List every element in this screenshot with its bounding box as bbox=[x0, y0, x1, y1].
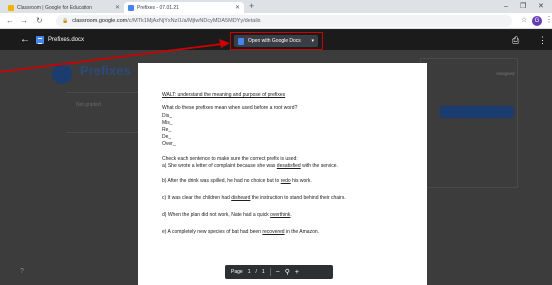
close-tab-icon[interactable]: ✕ bbox=[115, 4, 120, 11]
question-text: What do these prefixes mean when used be… bbox=[162, 105, 298, 111]
assignment-title: Prefixes bbox=[80, 63, 131, 78]
tab-label: Classroom | Google for Education bbox=[17, 4, 92, 11]
status-label: Assigned bbox=[496, 71, 515, 76]
more-options-icon[interactable]: ⋮ bbox=[538, 35, 547, 45]
prefix-item: Re_ bbox=[162, 127, 172, 133]
page-label: Page bbox=[231, 269, 243, 275]
total-pages: 1 bbox=[261, 269, 265, 275]
tab-prefixes[interactable]: Prefixes - 07.01.21 ✕ bbox=[124, 2, 244, 13]
sentence-prefix-word: overthink bbox=[270, 212, 291, 218]
close-tab-icon[interactable]: ✕ bbox=[235, 4, 240, 11]
zoom-icon[interactable]: ⚲ bbox=[285, 268, 290, 276]
sentence-a: a) She wrote a letter of complaint becau… bbox=[162, 163, 338, 169]
reload-icon[interactable]: ↻ bbox=[36, 16, 43, 26]
divider bbox=[66, 132, 140, 133]
sentence-text: his work. bbox=[290, 178, 312, 184]
forward-icon[interactable]: → bbox=[20, 16, 28, 26]
sentence-text: c) It was clear the children had bbox=[162, 195, 232, 201]
sentence-prefix-word: recovered bbox=[262, 229, 285, 235]
url-path: /c/MTk1MjAzNjYxNzI1/a/MjIwNDcyMDA5MDYy/d… bbox=[127, 18, 261, 24]
divider bbox=[66, 92, 140, 93]
page-navigation: Page 1 / 1 − ⚲ + bbox=[225, 265, 333, 279]
docs-favicon-icon bbox=[128, 4, 134, 11]
prefix-item: Dis_ bbox=[162, 113, 173, 119]
sentence-text: the instruction to stand behind their ch… bbox=[250, 195, 346, 201]
sentence-text: a) She wrote a letter of complaint becau… bbox=[162, 163, 277, 169]
current-page-input[interactable]: 1 bbox=[248, 269, 251, 275]
minimize-icon[interactable]: – bbox=[504, 2, 508, 11]
tab-strip: Classroom | Google for Education ✕ Prefi… bbox=[0, 0, 552, 13]
screen: Classroom | Google for Education ✕ Prefi… bbox=[0, 0, 552, 285]
sentence-prefix-word: redo bbox=[280, 178, 291, 184]
prefix-item: Mis_ bbox=[162, 120, 173, 126]
zoom-in-icon[interactable]: + bbox=[295, 269, 299, 276]
address-bar[interactable]: 🔒 classroom.google.com /c/MTk1MjAzNjYxNz… bbox=[56, 15, 512, 27]
maximize-icon[interactable]: ❐ bbox=[520, 2, 526, 11]
sentence-text: . bbox=[290, 212, 292, 218]
sentence-b: b) After the drink was spilled, he had n… bbox=[162, 178, 312, 184]
word-doc-icon bbox=[36, 36, 44, 44]
prefix-item: De_ bbox=[162, 134, 172, 140]
mark-as-done-button[interactable] bbox=[440, 106, 514, 118]
sentence-text: with the service. bbox=[300, 163, 338, 169]
sentence-d: d) When the plan did not work, Nate had … bbox=[162, 212, 292, 218]
document-page: WALT: understand the meaning and purpose… bbox=[138, 63, 427, 285]
class-comments bbox=[76, 160, 136, 180]
walt-label: WALT: bbox=[162, 92, 177, 98]
sentence-prefix-word: disheard bbox=[231, 195, 251, 201]
close-viewer-arrow-icon[interactable]: ← bbox=[20, 34, 30, 46]
prefix-item: Over_ bbox=[162, 141, 176, 147]
red-highlight-box bbox=[230, 32, 323, 50]
file-name: Prefixes.docx bbox=[48, 37, 85, 43]
tab-classroom[interactable]: Classroom | Google for Education ✕ bbox=[4, 2, 124, 13]
sentence-prefix-word: desatisfied bbox=[276, 163, 301, 169]
classroom-favicon-icon bbox=[8, 4, 14, 11]
sentence-text: in the Amazon. bbox=[284, 229, 320, 235]
profile-avatar[interactable]: G bbox=[532, 16, 542, 26]
zoom-out-icon[interactable]: − bbox=[276, 269, 280, 276]
toolbar: ← → ↻ 🔒 classroom.google.com /c/MTk1MjAz… bbox=[0, 13, 552, 29]
browser-menu-icon[interactable]: ⋮ bbox=[545, 15, 552, 24]
print-icon[interactable]: ⎙ bbox=[512, 35, 519, 45]
back-icon[interactable]: ← bbox=[6, 16, 14, 26]
sentence-c: c) It was clear the children had dishear… bbox=[162, 195, 346, 201]
assignment-points: Not graded bbox=[76, 102, 101, 108]
help-icon[interactable]: ? bbox=[20, 268, 24, 275]
sentence-text: b) After the drink was spilled, he had n… bbox=[162, 178, 281, 184]
divider bbox=[269, 268, 271, 276]
close-window-icon[interactable]: ✕ bbox=[538, 2, 544, 11]
sentence-text: d) When the plan did not work, Nate had … bbox=[162, 212, 271, 218]
walt-text: understand the meaning and purpose of pr… bbox=[176, 92, 286, 98]
page-slash: / bbox=[255, 269, 257, 275]
url-host: classroom.google.com bbox=[72, 18, 128, 24]
new-tab-button[interactable]: + bbox=[249, 1, 254, 12]
assignment-icon bbox=[52, 64, 72, 84]
bookmark-star-icon[interactable]: ☆ bbox=[521, 16, 527, 24]
your-work-panel bbox=[420, 58, 518, 188]
instruction-text: Check each sentence to make sure the cor… bbox=[162, 156, 298, 162]
walt-heading: WALT: understand the meaning and purpose… bbox=[162, 92, 285, 98]
tab-label: Prefixes - 07.01.21 bbox=[137, 4, 179, 11]
sentence-text: e) A completely new species of bat had b… bbox=[162, 229, 263, 235]
sentence-e: e) A completely new species of bat had b… bbox=[162, 229, 319, 235]
lock-icon: 🔒 bbox=[62, 18, 69, 24]
